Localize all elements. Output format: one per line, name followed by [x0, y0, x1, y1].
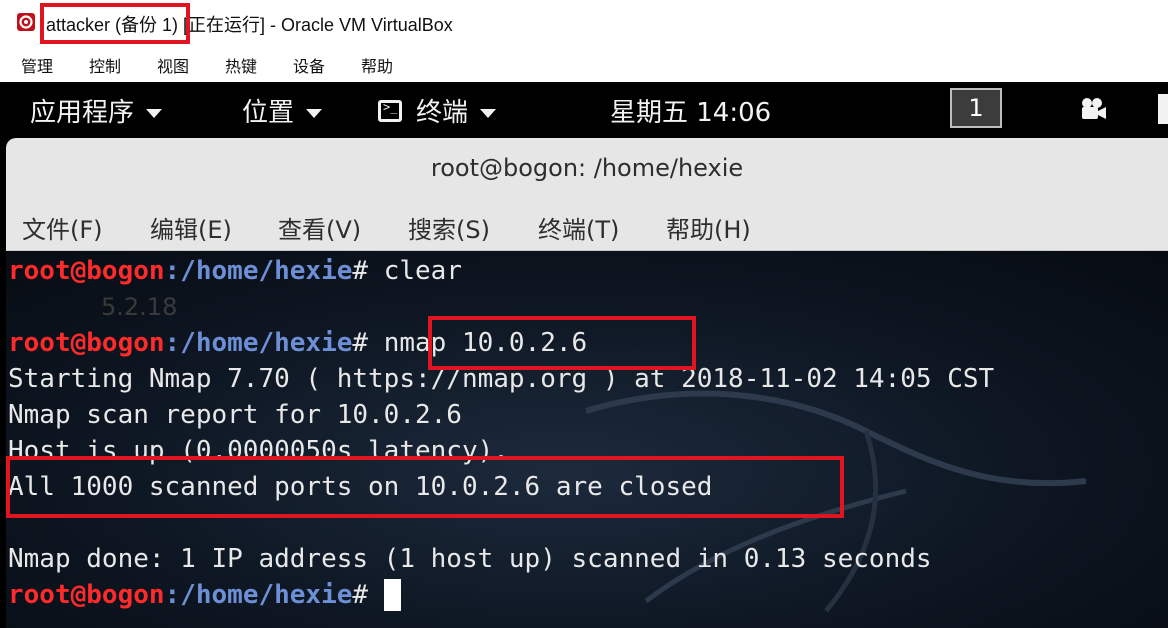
terminal-output-line: Nmap scan report for 10.0.2.6 [8, 400, 462, 430]
terminal-output-line: Nmap done: 1 IP address (1 host up) scan… [8, 544, 932, 574]
annotation-highlight-box [428, 316, 696, 370]
guest-screen: 应用程序 位置 终端 星期五 14:06 1 root@bogon: /home… [0, 82, 1168, 628]
terminal-menu-help[interactable]: 帮助(H) [666, 210, 751, 245]
virtualbox-titlebar: attacker (备份 1) [正在运行] - Oracle VM Virtu… [0, 0, 1168, 46]
menu-devices[interactable]: 设备 [293, 53, 325, 77]
virtualbox-app-icon [17, 13, 35, 31]
prompt-symbol: # [352, 256, 384, 286]
chevron-down-icon [480, 109, 497, 118]
terminal-title: root@bogon: /home/hexie [430, 154, 744, 182]
terminal-menu-terminal[interactable]: 终端(T) [538, 210, 619, 245]
terminal-menu-file[interactable]: 文件(F) [22, 210, 103, 245]
panel-edge-indicator [1158, 94, 1168, 124]
places-menu[interactable]: 位置 [242, 92, 323, 129]
terminal-line: root@bogon:/home/hexie# clear [8, 253, 462, 289]
places-label: 位置 [242, 98, 295, 128]
terminal-titlebar[interactable]: root@bogon: /home/hexie [6, 138, 1168, 198]
chevron-down-icon [306, 109, 323, 118]
terminal-menubar: 文件(F) 编辑(E) 查看(V) 搜索(S) 终端(T) 帮助(H) [6, 198, 1168, 251]
prompt-user: root@bogon [8, 256, 165, 286]
terminal-app-label: 终端 [416, 98, 469, 128]
workspace-indicator[interactable]: 1 [950, 88, 1002, 128]
prompt-user: root@bogon [8, 328, 165, 358]
terminal-menu-edit[interactable]: 编辑(E) [150, 210, 232, 245]
prompt-symbol: # [352, 580, 384, 610]
menu-control[interactable]: 控制 [89, 53, 121, 77]
prompt-path: :/home/hexie [164, 328, 353, 358]
virtualbox-menubar: 管理 控制 视图 热键 设备 帮助 [0, 46, 1168, 82]
annotation-highlight-box [6, 456, 844, 518]
terminal-menu-view[interactable]: 查看(V) [278, 210, 361, 245]
menu-hotkeys[interactable]: 热键 [225, 53, 257, 77]
chevron-down-icon [146, 109, 163, 118]
kali-top-panel: 应用程序 位置 终端 星期五 14:06 1 [0, 82, 1168, 138]
terminal-icon [378, 99, 402, 122]
terminal-output[interactable]: 5.2.18 root@bogon:/home/hexie# clear roo… [6, 251, 1168, 628]
text-cursor [383, 579, 401, 611]
terminal-menu-search[interactable]: 搜索(S) [408, 210, 490, 245]
command-text: clear [383, 256, 462, 286]
menu-view[interactable]: 视图 [157, 53, 189, 77]
prompt-path: :/home/hexie [164, 580, 353, 610]
prompt-symbol: # [352, 328, 384, 358]
clock[interactable]: 星期五 14:06 [610, 92, 771, 129]
terminal-line: root@bogon:/home/hexie# [8, 577, 401, 613]
terminal-app-menu[interactable]: 终端 [378, 92, 497, 129]
menu-manage[interactable]: 管理 [21, 53, 53, 77]
annotation-highlight-box [40, 3, 190, 44]
terminal-window: root@bogon: /home/hexie 文件(F) 编辑(E) 查看(V… [6, 138, 1168, 628]
menu-help[interactable]: 帮助 [361, 53, 393, 77]
background-version-text: 5.2.18 [101, 293, 178, 321]
prompt-user: root@bogon [8, 580, 165, 610]
applications-menu[interactable]: 应用程序 [30, 92, 163, 129]
camera-icon[interactable] [1076, 96, 1108, 122]
prompt-path: :/home/hexie [164, 256, 353, 286]
applications-label: 应用程序 [30, 98, 135, 128]
